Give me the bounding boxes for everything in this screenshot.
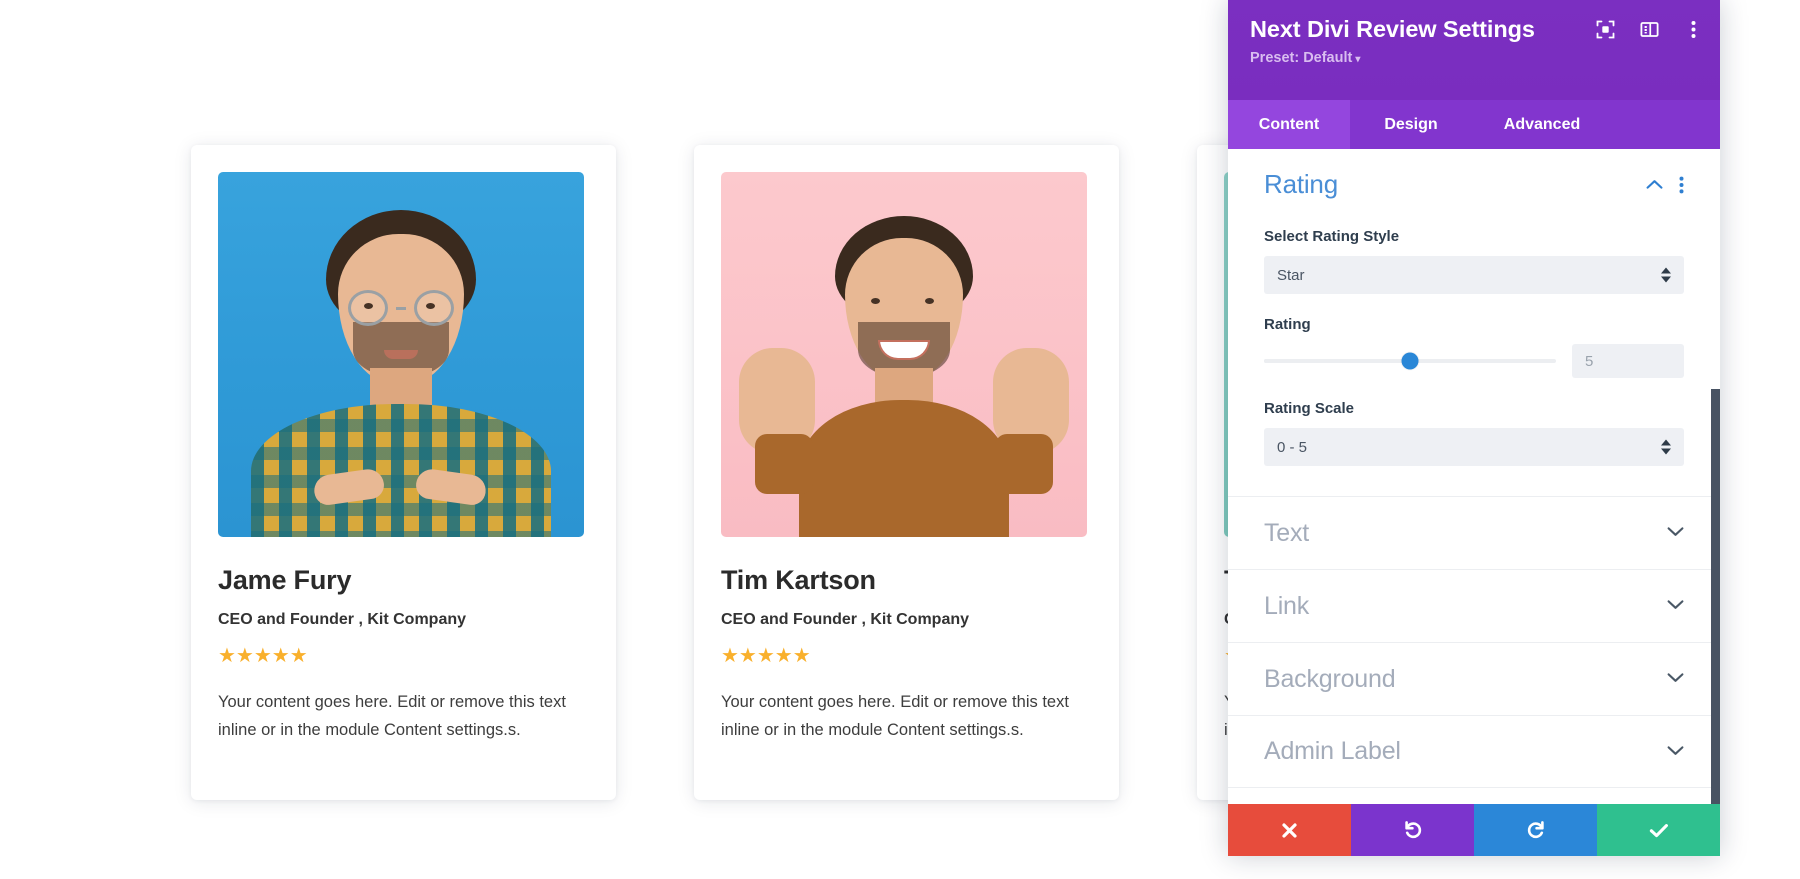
review-star-rating: ★★★★★ (218, 645, 308, 667)
section-text[interactable]: Text (1228, 496, 1720, 569)
panel-footer (1228, 804, 1720, 856)
field-rating: Rating 5 (1264, 316, 1684, 378)
tab-content[interactable]: Content (1228, 100, 1350, 149)
select-arrows-icon (1661, 439, 1671, 455)
redo-button[interactable] (1474, 804, 1597, 856)
checkmark-icon (1649, 823, 1668, 837)
panel-tabs: Content Design Advanced (1228, 100, 1720, 149)
chevron-down-icon[interactable] (1667, 670, 1684, 688)
kebab-menu-icon[interactable] (1682, 18, 1704, 40)
rating-scale-value: 0 - 5 (1277, 438, 1308, 456)
section-rating: Rating Select Rating Style Star Rating 5… (1228, 149, 1720, 466)
kebab-menu-icon[interactable] (1679, 176, 1684, 194)
undo-button[interactable] (1351, 804, 1474, 856)
panel-header: Next Divi Review Settings Preset: Defaul… (1228, 0, 1720, 100)
review-author-name: Jame Fury (218, 565, 352, 595)
section-label: Text (1264, 518, 1310, 547)
chevron-down-icon[interactable] (1667, 524, 1684, 542)
chevron-down-icon[interactable] (1667, 597, 1684, 615)
panel-body: Rating Select Rating Style Star Rating 5… (1228, 149, 1720, 804)
section-label: Link (1264, 591, 1310, 620)
review-author-role: CEO and Founder , Kit Company (721, 611, 970, 628)
save-button[interactable] (1597, 804, 1720, 856)
portrait-illustration (218, 172, 584, 537)
tab-advanced[interactable]: Advanced (1472, 100, 1612, 149)
settings-panel: Next Divi Review Settings Preset: Defaul… (1228, 0, 1720, 856)
section-label: Admin Label (1264, 737, 1401, 765)
collapsed-sections: Text Link Background Admin Label (1228, 496, 1720, 788)
rating-slider-track[interactable] (1264, 352, 1556, 370)
review-photo (721, 172, 1087, 537)
section-rating-actions (1646, 176, 1684, 194)
field-label: Rating (1264, 316, 1311, 333)
rating-style-select[interactable]: Star (1264, 256, 1684, 294)
rating-value-input[interactable]: 5 (1572, 344, 1684, 378)
review-author-name: Tim Kartson (721, 565, 876, 595)
section-rating-header[interactable]: Rating (1264, 169, 1684, 206)
rating-style-value: Star (1277, 266, 1305, 284)
redo-arrow-icon (1527, 821, 1544, 839)
review-star-rating: ★★★★★ (721, 645, 811, 667)
chevron-down-icon: ▾ (1355, 54, 1361, 65)
close-button[interactable] (1228, 804, 1351, 856)
focus-icon[interactable] (1594, 18, 1616, 40)
review-author-role: CEO and Founder , Kit Company (218, 611, 467, 628)
preset-selector[interactable]: Preset: Default ▾ (1250, 50, 1698, 66)
review-card[interactable]: Jame Fury CEO and Founder , Kit Company … (191, 145, 616, 800)
portrait-illustration (721, 172, 1087, 537)
rating-slider-thumb[interactable] (1401, 352, 1419, 370)
review-body-text: Your content goes here. Edit or remove t… (721, 693, 1069, 740)
field-label: Select Rating Style (1264, 228, 1400, 245)
field-rating-scale: Rating Scale 0 - 5 (1264, 400, 1684, 466)
review-photo (218, 172, 584, 537)
preset-label: Preset: Default (1250, 50, 1353, 66)
field-label: Rating Scale (1264, 400, 1355, 417)
section-rating-title: Rating (1264, 169, 1338, 199)
panel-scrollbar[interactable] (1711, 389, 1720, 804)
chevron-up-icon[interactable] (1646, 179, 1663, 190)
close-x-icon (1282, 822, 1297, 838)
section-admin-label[interactable]: Admin Label (1228, 715, 1720, 788)
section-link[interactable]: Link (1228, 569, 1720, 642)
chevron-down-icon[interactable] (1667, 743, 1684, 761)
select-arrows-icon (1661, 267, 1671, 283)
undo-arrow-icon (1404, 821, 1421, 839)
field-select-rating-style: Select Rating Style Star (1264, 228, 1684, 294)
review-body-text: Your content goes here. Edit or remove t… (218, 693, 566, 740)
review-card[interactable]: Tim Kartson CEO and Founder , Kit Compan… (694, 145, 1119, 800)
tab-design[interactable]: Design (1350, 100, 1472, 149)
screen-root: Jame Fury CEO and Founder , Kit Company … (0, 0, 1800, 879)
section-background[interactable]: Background (1228, 642, 1720, 715)
rating-slider-row: 5 (1264, 344, 1684, 378)
layout-panel-icon[interactable] (1638, 18, 1660, 40)
panel-header-icons (1594, 18, 1704, 40)
section-label: Background (1264, 664, 1396, 693)
rating-scale-select[interactable]: 0 - 5 (1264, 428, 1684, 466)
